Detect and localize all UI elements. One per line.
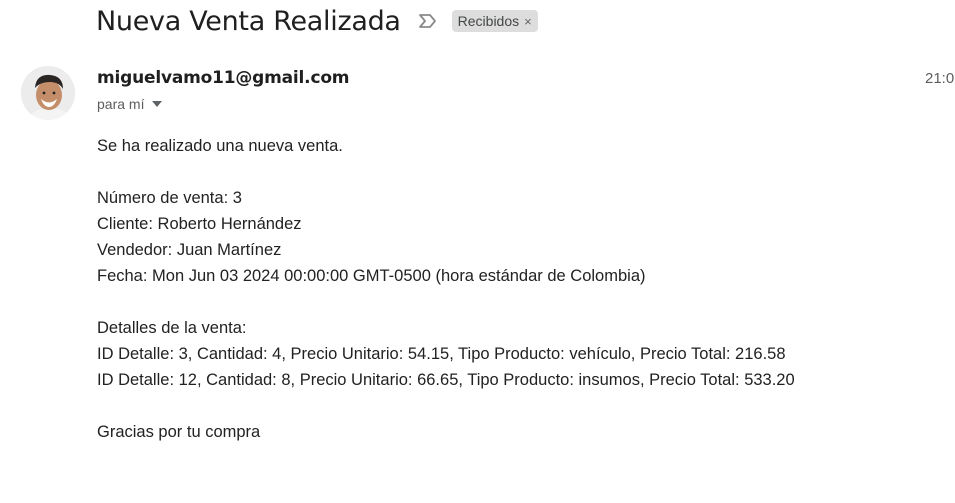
sale-number-line: Número de venta: 3 (97, 189, 242, 207)
email-body: Se ha realizado una nueva venta. Número … (97, 133, 795, 445)
sender-avatar[interactable] (21, 66, 75, 120)
important-marker-icon[interactable] (417, 11, 439, 31)
seller-line: Vendedor: Juan Martínez (97, 241, 282, 259)
closing-line: Gracias por tu compra (97, 423, 261, 441)
label-chip-inbox[interactable]: Recibidos × (451, 10, 538, 32)
client-line: Cliente: Roberto Hernández (97, 215, 302, 233)
date-line: Fecha: Mon Jun 03 2024 00:00:00 GMT-0500… (97, 267, 646, 285)
recipient-row: para mí (97, 96, 349, 112)
email-subject: Nueva Venta Realizada (96, 5, 401, 37)
detail-line: ID Detalle: 12, Cantidad: 8, Precio Unit… (97, 371, 795, 389)
recipient-label: para mí (97, 96, 145, 112)
remove-label-icon[interactable]: × (524, 14, 532, 29)
label-chip-text: Recibidos (457, 13, 520, 29)
email-timestamp: 21:0 (925, 70, 955, 87)
intro-line: Se ha realizado una nueva venta. (97, 137, 343, 155)
sender-block: miguelvamo11@gmail.com para mí (97, 68, 350, 112)
sender-email[interactable]: miguelvamo11@gmail.com (97, 68, 350, 88)
details-title: Detalles de la venta: (97, 319, 247, 337)
detail-line: ID Detalle: 3, Cantidad: 4, Precio Unita… (97, 345, 786, 363)
subject-row: Nueva Venta Realizada Recibidos × (96, 2, 538, 40)
chevron-down-icon[interactable] (151, 100, 163, 108)
